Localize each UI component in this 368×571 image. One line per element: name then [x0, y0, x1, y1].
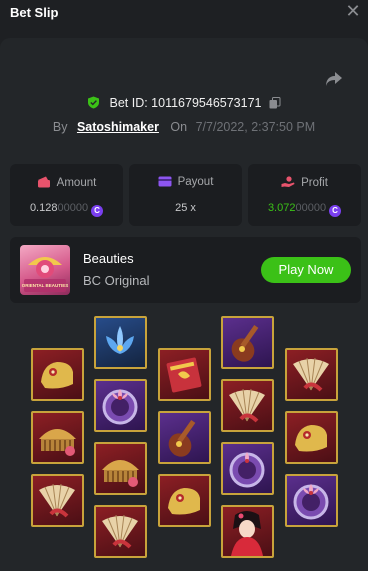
shoe-icon — [285, 411, 338, 464]
coin-icon: C — [91, 205, 104, 217]
lotus-icon — [94, 316, 147, 369]
fan-icon — [221, 379, 274, 432]
comb-icon — [31, 411, 84, 464]
bet-datetime: 7/7/2022, 2:37:50 PM — [195, 120, 316, 134]
game-name: Beauties — [83, 251, 134, 266]
game-thumbnail-art: ORIENTAL BEAUTIES — [22, 257, 69, 292]
pipa-icon — [221, 316, 274, 369]
wallet-icon — [37, 176, 50, 188]
amount-value-zeros: 00000 — [57, 202, 89, 214]
amount-label-row: Amount — [10, 176, 123, 189]
game-provider: BC Original — [83, 273, 150, 288]
on-label: On — [170, 120, 188, 134]
profit-card: Profit 3.07200000 C — [248, 164, 361, 226]
amount-card: Amount 0.12800000 C — [10, 164, 123, 226]
profit-value: 3.07200000 C — [248, 202, 361, 217]
share-icon[interactable] — [324, 69, 344, 89]
beauty-icon — [221, 505, 274, 558]
payout-value: 25 x — [175, 202, 196, 214]
payout-label: Payout — [177, 176, 214, 188]
bet-id-row: Bet ID: 1011679546573171 — [0, 96, 368, 110]
amount-value-main: 0.128 — [29, 202, 58, 214]
payout-label-row: Payout — [129, 176, 242, 188]
amount-label: Amount — [56, 177, 97, 189]
amount-value: 0.12800000 C — [10, 202, 123, 217]
profit-value-main: 3.072 — [267, 202, 296, 214]
slot-reels — [0, 312, 368, 571]
profit-value-zeros: 00000 — [295, 202, 327, 214]
payout-card: Payout 25 x — [129, 164, 242, 226]
mirror-icon — [221, 442, 274, 495]
copy-icon[interactable] — [269, 97, 281, 109]
profit-label-row: Profit — [248, 176, 361, 189]
pipa-icon — [158, 411, 211, 464]
mirror-icon — [285, 474, 338, 527]
coin-icon: C — [329, 205, 342, 217]
game-thumbnail[interactable]: ORIENTAL BEAUTIES — [20, 245, 70, 295]
page-title: Bet Slip — [10, 5, 59, 20]
bet-id: Bet ID: 1011679546573171 — [109, 96, 262, 110]
comb-icon — [94, 442, 147, 495]
fan-icon — [94, 505, 147, 558]
mirror-icon — [94, 379, 147, 432]
close-icon[interactable]: ✕ — [344, 2, 362, 20]
username-link[interactable]: Satoshimaker — [77, 120, 159, 134]
fan-icon — [31, 474, 84, 527]
card-icon — [158, 176, 172, 187]
game-card: ORIENTAL BEAUTIES Beauties BC Original P… — [10, 237, 361, 303]
shield-check-icon — [88, 96, 100, 109]
book-icon — [158, 348, 211, 401]
shoe-icon — [31, 348, 84, 401]
profit-label: Profit — [301, 177, 328, 189]
hand-coin-icon — [281, 176, 295, 187]
play-now-button[interactable]: Play Now — [261, 257, 351, 283]
shoe-icon — [158, 474, 211, 527]
header-bar: Bet Slip ✕ — [0, 0, 368, 26]
bet-meta-row: By Satoshimaker On 7/7/2022, 2:37:50 PM — [0, 120, 368, 134]
fan-icon — [285, 348, 338, 401]
game-thumbnail-text: ORIENTAL BEAUTIES — [22, 283, 69, 288]
by-label: By — [52, 120, 68, 134]
